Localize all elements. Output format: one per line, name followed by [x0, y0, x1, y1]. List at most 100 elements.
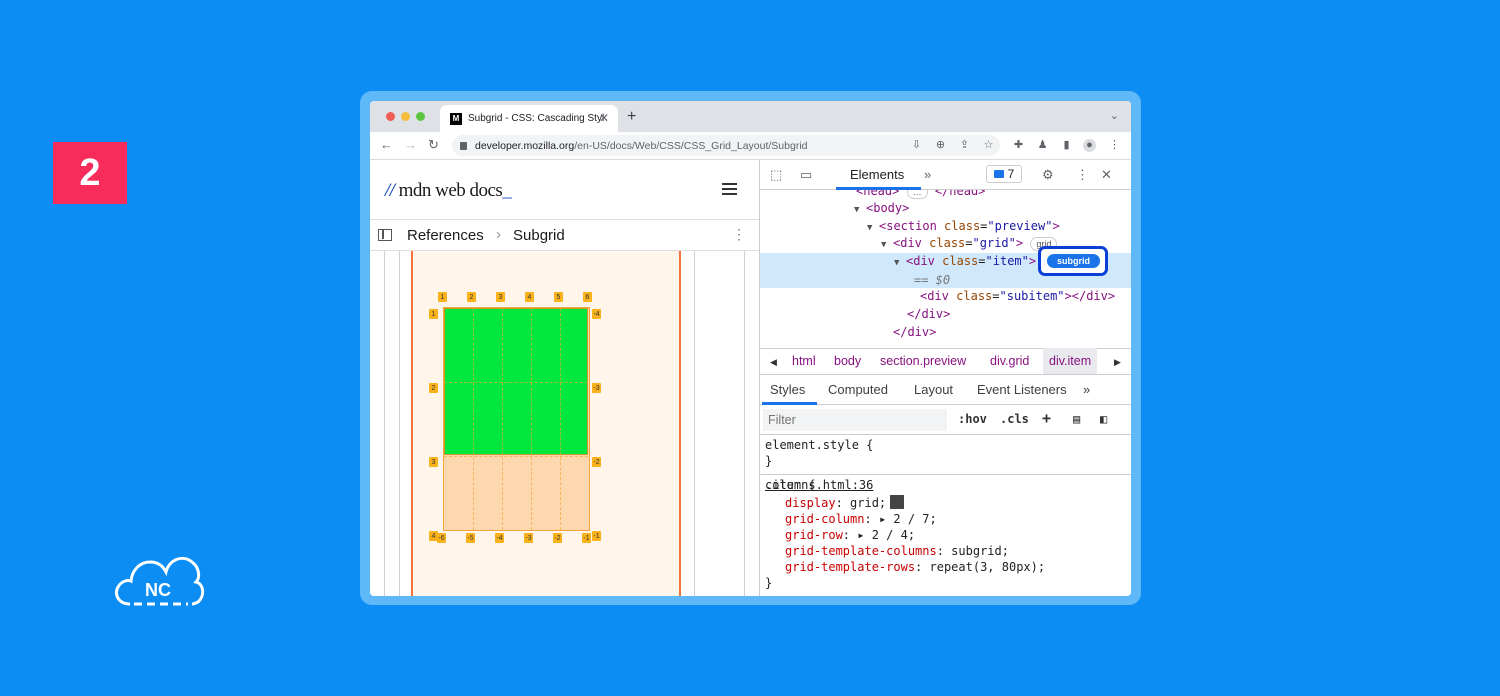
mdn-header: //mdn web docs_	[370, 160, 759, 220]
browser-menu-icon[interactable]: ⋮	[1108, 139, 1121, 152]
subgrid-item-box	[443, 307, 590, 531]
reload-icon[interactable]: ↻	[428, 137, 439, 153]
devtools-menu-icon[interactable]: ⋮	[1076, 167, 1089, 183]
more-style-tabs-icon[interactable]: »	[1083, 382, 1090, 397]
subgrid-badge[interactable]: subgrid	[1047, 254, 1100, 268]
message-count: 7	[1007, 167, 1015, 181]
dom-node-body[interactable]: ▼ <body>	[760, 200, 1131, 217]
grid-line-label-bottom: -3	[524, 533, 533, 543]
settings-gear-icon[interactable]: ⚙	[1042, 167, 1054, 183]
breadcrumb-separator: ›	[496, 226, 501, 243]
devtools-panel: ⬚ ▭ Elements » 7 ⚙ ⋮ ✕ <head> … </head> …	[759, 160, 1131, 596]
dom-node-section[interactable]: ▼ <section class="preview">	[760, 218, 1131, 235]
scroll-left-icon[interactable]: ◀	[770, 357, 777, 368]
minimize-window-button[interactable]	[401, 112, 410, 121]
prop-grid-template-columns[interactable]: grid-template-columns: subgrid;	[785, 543, 1009, 559]
forward-icon[interactable]: →	[404, 137, 417, 152]
inspect-element-icon[interactable]: ⬚	[770, 167, 782, 183]
more-options-icon[interactable]: ⋮	[732, 226, 746, 243]
grid-line-label-bottom: -4	[495, 533, 504, 543]
breadcrumb: References › Subgrid ⋮	[370, 220, 759, 251]
computed-sidebar-icon[interactable]: ◧	[1100, 412, 1107, 426]
devtools-ext-icon[interactable]: ♟	[1036, 139, 1049, 152]
crumb-div-item[interactable]: div.item	[1043, 348, 1098, 374]
grid-line-label-top: 5	[554, 292, 563, 302]
crumb-body[interactable]: body	[834, 354, 861, 368]
devtools-toolbar: ⬚ ▭ Elements » 7 ⚙ ⋮ ✕	[760, 160, 1131, 190]
grid-line-label-top: 2	[467, 292, 476, 302]
extensions-icon[interactable]: ✚	[1012, 139, 1025, 152]
prop-grid-template-rows[interactable]: grid-template-rows: repeat(3, 80px);	[785, 559, 1045, 575]
install-icon[interactable]: ⇩	[910, 139, 923, 152]
dom-node-subitem[interactable]: <div class="subitem"></div>	[760, 288, 1131, 305]
element-style-selector[interactable]: element.style {	[765, 437, 873, 453]
messages-counter[interactable]: 7	[986, 165, 1022, 183]
new-tab-icon[interactable]: +	[627, 108, 636, 126]
share-icon[interactable]: ⇪	[958, 139, 971, 152]
tab-event-listeners[interactable]: Event Listeners	[977, 382, 1067, 397]
grid-line-label-top: 1	[438, 292, 447, 302]
subgrid-badge-highlight[interactable]: subgrid	[1038, 246, 1108, 276]
tab-subgrid[interactable]: M Subgrid - CSS: Cascading Styl ✕	[440, 105, 618, 132]
mdn-logo[interactable]: //mdn web docs_	[385, 180, 512, 202]
maximize-window-button[interactable]	[416, 112, 425, 121]
grid-line-label-bottom: -2	[553, 533, 562, 543]
nc-text: NC	[145, 580, 171, 600]
grid-line-label-right: -4	[592, 309, 601, 319]
cls-toggle[interactable]: .cls	[1000, 412, 1029, 426]
dom-node-head[interactable]: <head> … </head>	[760, 190, 1131, 200]
tab-computed[interactable]: Computed	[828, 382, 888, 397]
profile-avatar-icon[interactable]: ●	[1083, 139, 1096, 152]
tab-styles[interactable]: Styles	[770, 382, 805, 397]
paint-brush-icon[interactable]: ▤	[1073, 412, 1080, 426]
styles-filter-input[interactable]: Filter	[763, 409, 947, 431]
sidepanel-icon[interactable]: ▮	[1060, 139, 1073, 152]
grid-column-line	[531, 308, 532, 530]
grid-editor-icon[interactable]	[890, 495, 905, 509]
grid-line-label-bottom: -5	[466, 533, 475, 543]
tab-search-chevron-icon[interactable]: ⌄	[1110, 109, 1119, 122]
device-toolbar-icon[interactable]: ▭	[800, 167, 812, 183]
zoom-icon[interactable]: ⊕	[934, 139, 947, 152]
close-window-button[interactable]	[386, 112, 395, 121]
sidebar-toggle-icon[interactable]	[378, 229, 392, 241]
close-tab-icon[interactable]: ✕	[599, 111, 609, 125]
crumb-html[interactable]: html	[792, 354, 816, 368]
mdn-favicon-icon: M	[450, 112, 462, 125]
more-tabs-icon[interactable]: »	[924, 167, 931, 182]
bookmark-star-icon[interactable]: ☆	[982, 139, 995, 152]
grid-line-label-right: -3	[592, 383, 601, 393]
grid-line-label-right: -2	[592, 457, 601, 467]
tab-strip: M Subgrid - CSS: Cascading Styl ✕ + ⌄	[370, 101, 1131, 132]
hov-toggle[interactable]: :hov	[958, 412, 987, 426]
crumb-div-grid[interactable]: div.grid	[990, 354, 1029, 368]
new-rule-icon[interactable]: +	[1042, 409, 1051, 427]
dollar-zero: == $0	[914, 273, 951, 287]
tab-elements[interactable]: Elements	[850, 167, 904, 182]
column-line	[384, 251, 385, 596]
message-icon	[993, 170, 1004, 178]
crumb-section[interactable]: section.preview	[880, 354, 966, 368]
close-devtools-icon[interactable]: ✕	[1101, 167, 1112, 183]
url-path: /en-US/docs/Web/CSS/CSS_Grid_Layout/Subg…	[574, 139, 808, 152]
prop-grid-row[interactable]: grid-row: ▸ 2 / 4;	[785, 527, 915, 543]
breadcrumb-subgrid[interactable]: Subgrid	[513, 227, 565, 244]
prop-display[interactable]: display: grid;	[785, 495, 905, 511]
address-bar-row: ← → ↻ developer.mozilla.org/en-US/docs/W…	[370, 132, 1131, 160]
styles-filter-bar: Filter :hov .cls + ▤ ◧	[760, 405, 1131, 435]
column-line	[694, 251, 695, 596]
url-host: developer.mozilla.org	[475, 139, 575, 152]
prop-grid-column[interactable]: grid-column: ▸ 2 / 7;	[785, 511, 937, 527]
rule-source-link[interactable]: columns.html:36	[765, 477, 1130, 493]
step-badge: 2	[53, 142, 127, 204]
hamburger-menu-icon[interactable]	[722, 183, 737, 195]
grid-column-line	[502, 308, 503, 530]
breadcrumb-references[interactable]: References	[407, 227, 484, 244]
grid-line-label-top: 4	[525, 292, 534, 302]
lock-icon	[460, 141, 467, 150]
scroll-right-icon[interactable]: ▶	[1114, 357, 1121, 368]
dom-node-item-close: </div>	[907, 307, 951, 321]
style-rules: element.style { } .item { columns.html:3…	[760, 435, 1131, 596]
tab-layout[interactable]: Layout	[914, 382, 953, 397]
back-icon[interactable]: ←	[380, 137, 393, 152]
